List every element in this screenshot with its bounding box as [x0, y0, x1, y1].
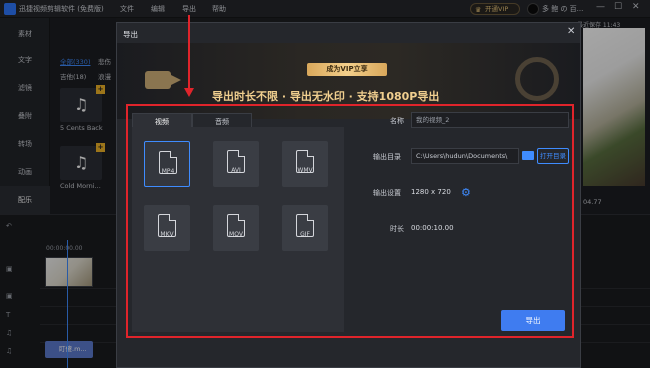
format-panel: MP4 AVI WMV MKV MOV GIF — [132, 127, 344, 332]
format-avi[interactable]: AVI — [213, 141, 259, 187]
format-mkv[interactable]: MKV — [144, 205, 190, 251]
format-mp4[interactable]: MP4 — [144, 141, 190, 187]
output-dir-input[interactable]: C:\Users\hudun\Documents\ — [411, 148, 519, 164]
format-label: WMV — [297, 167, 313, 174]
format-label: MP4 — [161, 168, 175, 175]
folder-icon[interactable] — [522, 151, 534, 160]
name-label: 名称 — [390, 117, 404, 125]
close-icon[interactable]: ✕ — [567, 26, 575, 37]
duration-label: 时长 — [390, 225, 404, 233]
banner-text: 导出时长不限 · 导出无水印 · 支持1080P导出 — [212, 90, 440, 103]
film-reel-icon — [515, 57, 559, 101]
output-setting-label: 输出设置 — [373, 189, 401, 197]
format-label: MKV — [160, 231, 174, 238]
format-label: AVI — [231, 167, 241, 174]
export-button[interactable]: 导出 — [501, 310, 565, 331]
open-dir-button[interactable]: 打开目录 — [537, 148, 569, 164]
annotation-arrow-head — [184, 88, 194, 97]
gear-icon[interactable]: ⚙ — [461, 186, 471, 199]
format-label: GIF — [300, 231, 310, 238]
format-mov[interactable]: MOV — [213, 205, 259, 251]
dialog-title: 导出 — [123, 30, 138, 39]
duration-value: 00:00:10.00 — [411, 224, 454, 232]
output-dir-label: 输出目录 — [373, 153, 401, 161]
name-input[interactable]: 我的视频_2 — [411, 112, 569, 128]
format-label: MOV — [229, 231, 243, 238]
format-wmv[interactable]: WMV — [282, 141, 328, 187]
annotation-arrow — [188, 15, 190, 89]
output-setting-value: 1280 x 720 — [411, 188, 451, 196]
banner-badge: 成为VIP立享 — [307, 63, 387, 76]
camera-icon — [145, 71, 181, 89]
export-dialog: 导出 ✕ 成为VIP立享 导出时长不限 · 导出无水印 · 支持1080P导出 … — [116, 22, 581, 368]
format-gif[interactable]: GIF — [282, 205, 328, 251]
